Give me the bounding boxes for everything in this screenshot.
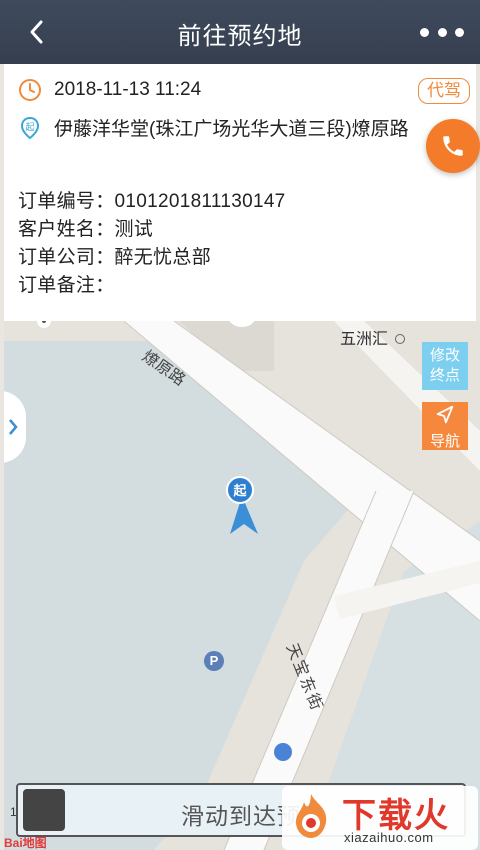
parking-icon[interactable]: P bbox=[204, 651, 224, 671]
navigate-label: 导航 bbox=[429, 433, 460, 450]
phone-icon bbox=[443, 136, 463, 156]
poi-dot-icon bbox=[395, 334, 406, 344]
baidu-map-logo: Bai地图 bbox=[4, 836, 47, 850]
service-type-badge: 代驾 bbox=[418, 78, 470, 104]
address-row: 起 伊藤洋华堂(珠江广场光华大道三段)燎原路 bbox=[18, 114, 409, 141]
map-background bbox=[4, 321, 480, 850]
bus-stop-icon[interactable] bbox=[274, 743, 292, 761]
start-pin-icon[interactable]: 起 bbox=[226, 476, 262, 536]
call-button[interactable] bbox=[426, 119, 480, 173]
start-location-icon: 起 bbox=[20, 116, 40, 139]
order-time-row: 2018-11-13 11:24 bbox=[18, 78, 201, 102]
map-view[interactable]: 燎原路 五洲汇 天宝东街 修改 终点 导航 起 P bbox=[4, 321, 480, 850]
order-number: 订单编号：0101201811130147 bbox=[18, 191, 286, 212]
more-options-icon[interactable] bbox=[420, 20, 464, 44]
modify-line-2: 终点 bbox=[429, 367, 460, 384]
flame-logo-icon bbox=[296, 794, 327, 838]
page-title: 前往预约地 bbox=[177, 23, 303, 50]
pickup-address: 伊藤洋华堂(珠江广场光华大道三段)燎原路 bbox=[54, 119, 409, 140]
modify-destination-button[interactable]: 修改 终点 bbox=[422, 342, 468, 390]
modify-line-1: 修改 bbox=[429, 347, 460, 364]
poi-name: 五洲汇 bbox=[340, 331, 389, 348]
order-time: 2018-11-13 11:24 bbox=[54, 79, 202, 100]
order-remark: 订单备注： bbox=[18, 275, 115, 296]
start-marker-text: 起 bbox=[25, 122, 34, 133]
navigate-button[interactable]: 导航 bbox=[422, 402, 468, 450]
poi-label-wuzhouhui[interactable]: 五洲汇 bbox=[340, 325, 406, 349]
customer-name: 客户姓名：测试 bbox=[18, 219, 154, 240]
pin-label: 起 bbox=[232, 483, 247, 499]
order-info-panel: 2018-11-13 11:24 代驾 起 伊藤洋华堂(珠江广场光华大道三段)燎… bbox=[4, 64, 480, 321]
chevron-right-icon bbox=[9, 419, 18, 435]
chevron-up-icon bbox=[234, 321, 250, 322]
navigation-arrow-icon bbox=[436, 405, 454, 424]
order-company: 订单公司：醉无忧总部 bbox=[18, 247, 212, 268]
clock-icon bbox=[19, 79, 41, 101]
watermark-domain: xiazaihuo.com bbox=[344, 830, 434, 845]
top-bar: 前往预约地 bbox=[0, 0, 480, 64]
watermark: 下载火 xiazaihuo.com bbox=[282, 786, 478, 850]
